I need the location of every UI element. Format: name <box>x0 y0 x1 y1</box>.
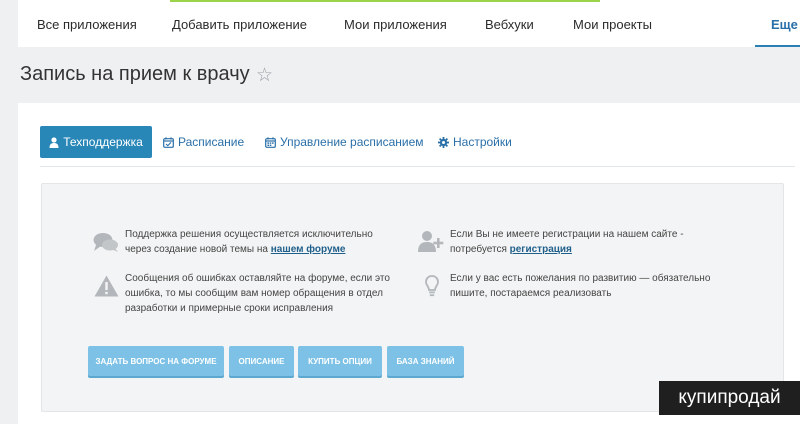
errors-info: Сообщения об ошибках оставляйте на форум… <box>125 273 390 314</box>
support-panel: Поддержка решения осуществляется исключи… <box>41 183 784 412</box>
watermark-logo: купипродай <box>659 381 800 415</box>
tab-bar: Техподдержка Расписание Управление распи… <box>40 126 795 167</box>
user-icon <box>49 136 59 148</box>
nav-item-all-apps[interactable]: Все приложения <box>37 17 137 32</box>
knowledge-base-button[interactable]: БАЗА ЗНАНИЙ <box>387 346 464 376</box>
nav-accent-line <box>170 0 600 2</box>
nav-item-my-apps[interactable]: Мои приложения <box>344 17 447 32</box>
star-icon[interactable]: ☆ <box>256 64 273 87</box>
forum-info: Поддержка решения осуществляется исключи… <box>125 229 373 255</box>
calendar-icon <box>265 136 276 148</box>
tab-schedule-management[interactable]: Управление расписанием <box>265 126 424 158</box>
forum-link[interactable]: нашем форуме <box>271 244 346 255</box>
gear-icon <box>438 136 449 148</box>
nav-item-webhooks[interactable]: Вебхуки <box>485 17 534 32</box>
warning-icon <box>94 275 119 297</box>
main-card: Техподдержка Расписание Управление распи… <box>18 103 800 424</box>
tab-settings[interactable]: Настройки <box>438 126 512 158</box>
wishes-info: Если у вас есть пожелания по развитию — … <box>450 273 711 299</box>
tab-schedule[interactable]: Расписание <box>163 126 244 158</box>
comments-icon <box>93 233 118 252</box>
nav-item-my-projects[interactable]: Мои проекты <box>573 17 652 32</box>
add-user-icon <box>418 231 444 252</box>
top-navigation: Все приложения Добавить приложение Мои п… <box>18 0 800 47</box>
register-link[interactable]: регистрация <box>510 244 572 255</box>
tab-schedule-label: Расписание <box>178 135 245 149</box>
description-button[interactable]: ОПИСАНИЕ <box>229 346 294 376</box>
lightbulb-icon <box>425 275 439 297</box>
nav-item-add-app[interactable]: Добавить приложение <box>172 17 307 32</box>
tab-support-label: Техподдержка <box>63 135 143 149</box>
ask-forum-button[interactable]: ЗАДАТЬ ВОПРОС НА ФОРУМЕ <box>88 346 224 376</box>
register-info: Если Вы не имеете регистрации на нашем с… <box>450 229 684 255</box>
buy-options-button[interactable]: КУПИТЬ ОПЦИИ <box>298 346 382 376</box>
nav-more-dropdown[interactable]: Еще ▾ <box>755 0 800 47</box>
tab-settings-label: Настройки <box>453 135 512 149</box>
nav-more-label: Еще <box>771 17 798 32</box>
tab-support[interactable]: Техподдержка <box>40 126 152 158</box>
calendar-check-icon <box>163 136 174 148</box>
tab-schedule-management-label: Управление расписанием <box>280 135 424 149</box>
page-title: Запись на прием к врачу <box>20 63 250 85</box>
